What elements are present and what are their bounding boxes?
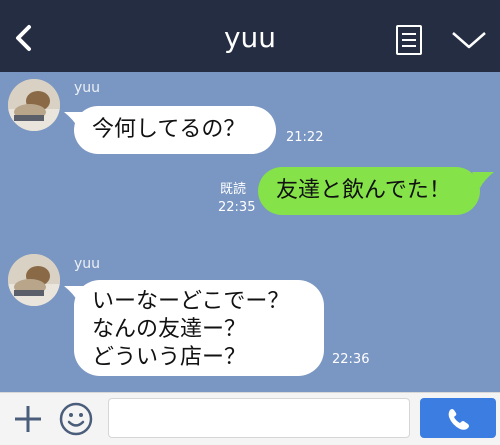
call-button[interactable]: [420, 398, 496, 438]
sender-name: yuu: [74, 256, 101, 272]
sender-name: yuu: [74, 80, 101, 96]
message-bubble-outgoing[interactable]: 友達と飲んでた！: [258, 167, 480, 215]
smile-icon[interactable]: [58, 401, 94, 437]
chat-header: yuu: [0, 0, 500, 72]
plus-icon[interactable]: [12, 403, 44, 435]
message-time: 22:36: [332, 352, 370, 367]
chat-area[interactable]: yuu 今何してるの？ 21:22 既読 22:35 友達と飲んでた！ yuu …: [0, 72, 500, 392]
message-time: 22:35: [218, 200, 256, 215]
read-receipt: 既読: [220, 182, 247, 197]
chat-title: yuu: [223, 21, 277, 54]
avatar[interactable]: [8, 79, 60, 131]
message-bubble-incoming[interactable]: 今何してるの？: [74, 106, 276, 154]
avatar-photo: [8, 79, 60, 131]
message-text: 今何してるの？: [92, 117, 246, 142]
message-input[interactable]: [108, 398, 410, 438]
message-text: 友達と飲んでた！: [276, 178, 451, 203]
bubble-tail: [472, 172, 494, 188]
message-line: どういう店ー？: [92, 345, 247, 370]
message-time: 21:22: [286, 130, 324, 145]
message-line: いーなーどこでー？: [92, 289, 290, 314]
phone-icon: [448, 409, 469, 430]
message-bubble-incoming[interactable]: いーなーどこでー？ なんの友達ー？ どういう店ー？: [74, 280, 324, 376]
avatar[interactable]: [8, 254, 60, 306]
note-icon[interactable]: [394, 24, 424, 56]
avatar-photo: [8, 254, 60, 306]
message-line: なんの友達ー？: [92, 317, 247, 342]
message-input-bar: [0, 392, 500, 445]
chevron-down-icon[interactable]: [450, 28, 488, 52]
